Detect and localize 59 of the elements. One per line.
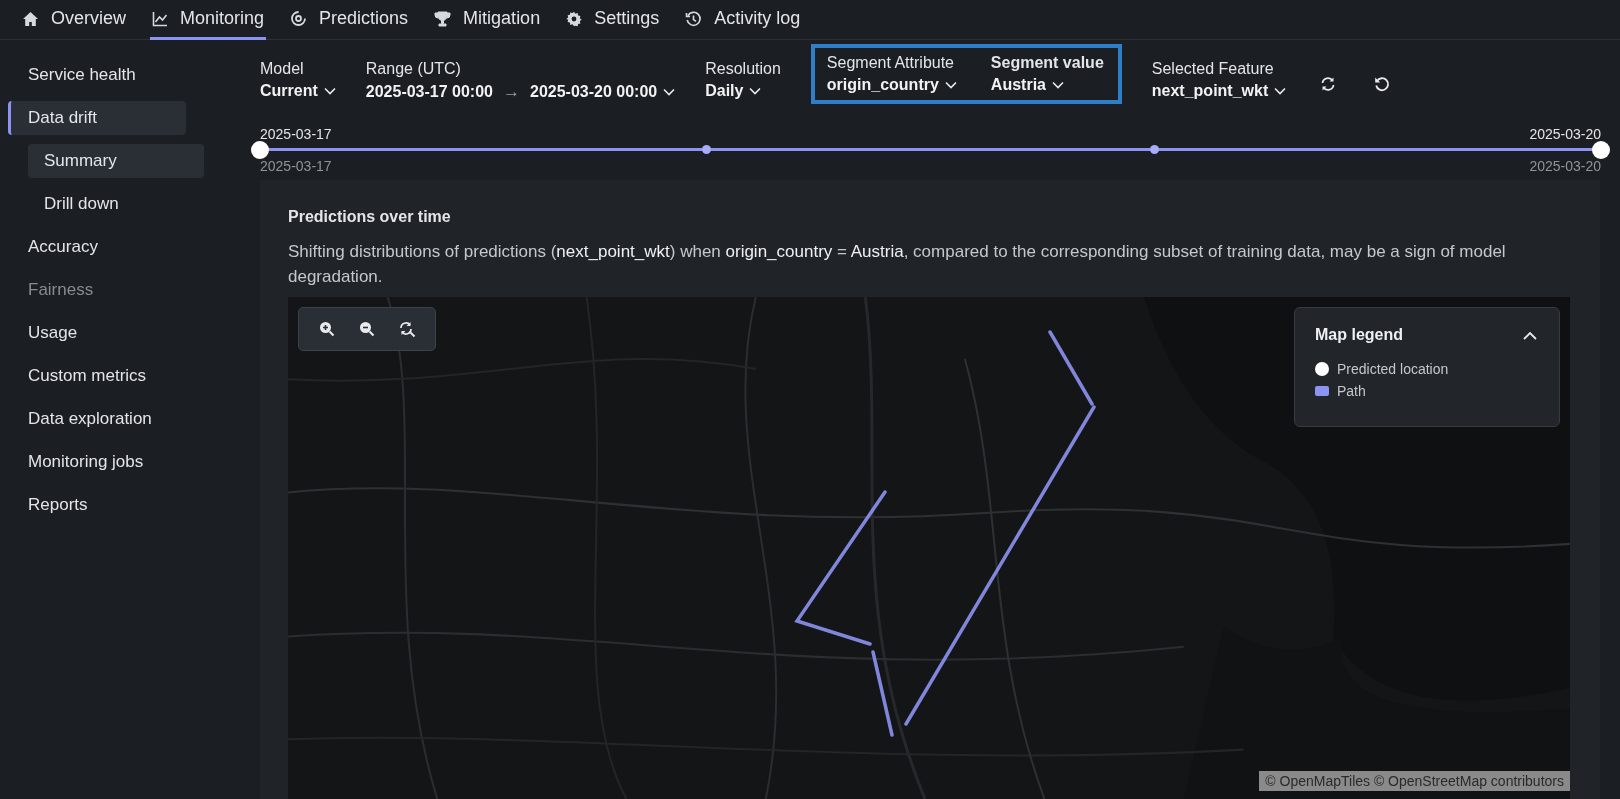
zoom-out-icon xyxy=(359,321,375,337)
filter-dropdown[interactable]: Austria xyxy=(990,76,1104,94)
trophy-icon xyxy=(434,10,452,27)
home-icon xyxy=(22,10,39,27)
filter-label: Resolution xyxy=(705,60,781,78)
line-chart-icon xyxy=(152,10,168,27)
caret-icon xyxy=(944,81,957,89)
card-title: Predictions over time xyxy=(288,208,452,226)
legend-label: Predicted location xyxy=(1337,361,1449,377)
sidebar-item[interactable]: Monitoring jobs xyxy=(8,445,186,479)
caret-icon xyxy=(1051,81,1064,89)
caret-icon xyxy=(323,87,336,95)
refresh-icon xyxy=(1320,76,1337,92)
range-end-dropdown[interactable]: 2025-03-20 00:00 xyxy=(530,83,676,101)
filter-dropdown[interactable]: origin_country xyxy=(826,76,957,94)
nav-tab[interactable]: Overview xyxy=(20,0,128,40)
range-start[interactable]: 2025-03-17 00:00 xyxy=(365,83,493,101)
filter-dropdown[interactable]: next_point_wkt xyxy=(1151,82,1287,100)
filter-label: Segment Attribute xyxy=(826,54,955,72)
slider-handle[interactable] xyxy=(1592,140,1610,159)
undo-icon xyxy=(1374,76,1391,92)
slider-handle[interactable] xyxy=(251,140,269,159)
date-label: 2025-03-17 xyxy=(260,158,332,174)
sidebar-item[interactable]: Accuracy xyxy=(8,230,186,264)
filter-label: Model xyxy=(260,60,305,78)
filter-dropdown[interactable]: Current xyxy=(260,82,336,100)
filter-label: Segment value xyxy=(990,54,1104,72)
nav-tab[interactable]: Predictions xyxy=(288,0,411,40)
card-description: Shifting distributions of predictions (next_point_wkt) when origin_country = Austria, compared to the corresponding subset of training data, may be a sign of model degradation. xyxy=(288,241,1507,288)
history-icon xyxy=(685,10,703,27)
date-label: 2025-03-20 xyxy=(1529,126,1601,142)
settings-icon xyxy=(566,10,583,27)
sidebar-item[interactable]: Reports xyxy=(8,488,186,522)
sidebar-item[interactable]: Service health xyxy=(8,58,186,92)
arrow-glyph: → xyxy=(503,82,520,102)
map-attribution: © OpenMapTiles © OpenStreetMap contributors xyxy=(1259,771,1570,791)
caret-icon xyxy=(663,88,676,96)
sidebar-item[interactable]: Data exploration xyxy=(8,402,186,436)
filter-dropdown[interactable]: Daily xyxy=(705,82,781,100)
date-label: 2025-03-20 xyxy=(1529,158,1601,174)
reset-zoom-icon xyxy=(398,320,416,338)
swirl-icon xyxy=(290,10,308,27)
sidebar-item[interactable]: Custom metrics xyxy=(8,359,186,393)
nav-tab[interactable]: Activity log xyxy=(683,0,803,40)
legend-label: Path xyxy=(1337,383,1366,399)
nav-tab[interactable]: Mitigation xyxy=(432,0,543,40)
filter-label: Range (UTC) xyxy=(365,60,462,78)
zoom-in-icon xyxy=(319,321,335,337)
legend-title: Map legend xyxy=(1315,326,1403,344)
date-label: 2025-03-17 xyxy=(260,126,332,142)
sidebar-item[interactable]: Usage xyxy=(8,316,186,350)
caret-icon xyxy=(749,87,762,95)
caret-icon xyxy=(1274,87,1287,95)
nav-tab[interactable]: Settings xyxy=(564,0,662,40)
nav-tab[interactable]: Monitoring xyxy=(150,0,267,40)
sidebar-item[interactable]: Summary xyxy=(28,144,204,178)
sidebar-item[interactable]: Data drift xyxy=(8,101,186,135)
sidebar-item[interactable]: Drill down xyxy=(28,187,204,221)
filter-label: Selected Feature xyxy=(1151,60,1275,78)
